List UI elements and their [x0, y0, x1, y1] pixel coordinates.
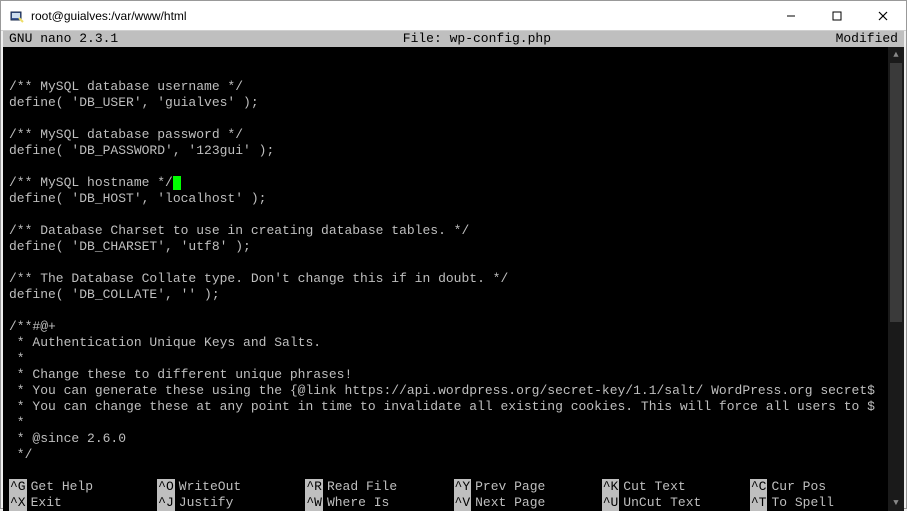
shortcut-label: Read File: [327, 479, 397, 495]
shortcut-item: ^GGet Help: [9, 479, 157, 495]
editor-line: define( 'DB_USER', 'guialves' );: [9, 95, 898, 111]
editor-line: */: [9, 447, 898, 463]
text-cursor: [173, 176, 181, 190]
shortcut-key: ^R: [305, 479, 323, 495]
shortcut-key: ^G: [9, 479, 27, 495]
shortcut-key: ^K: [602, 479, 620, 495]
editor-line: /** MySQL hostname */: [9, 175, 898, 191]
shortcut-label: Cut Text: [623, 479, 685, 495]
editor-line: [9, 207, 898, 223]
editor-line: * You can change these at any point in t…: [9, 399, 898, 415]
shortcut-key: ^O: [157, 479, 175, 495]
editor-line: /** Database Charset to use in creating …: [9, 223, 898, 239]
editor-line: define( 'DB_PASSWORD', '123gui' );: [9, 143, 898, 159]
editor-line: /**#@+: [9, 319, 898, 335]
nano-file-label: File: wp-config.php: [118, 31, 835, 47]
shortcut-label: Cur Pos: [771, 479, 826, 495]
close-button[interactable]: [860, 1, 906, 31]
shortcut-label: Prev Page: [475, 479, 545, 495]
shortcut-item: ^CCur Pos: [750, 479, 898, 495]
terminal[interactable]: GNU nano 2.3.1 File: wp-config.php Modif…: [3, 31, 904, 511]
editor-line: /** MySQL database username */: [9, 79, 898, 95]
shortcut-row-1: ^GGet Help^OWriteOut^RRead File^YPrev Pa…: [9, 479, 898, 495]
shortcut-key: ^C: [750, 479, 768, 495]
editor-line: [9, 463, 898, 479]
nano-version: GNU nano 2.3.1: [3, 31, 118, 47]
shortcut-key: ^Y: [454, 479, 472, 495]
editor-line: [9, 255, 898, 271]
editor-line: [9, 111, 898, 127]
scrollbar[interactable]: ▲ ▼: [888, 47, 904, 511]
editor-line: define( 'DB_CHARSET', 'utf8' );: [9, 239, 898, 255]
editor-line: *: [9, 351, 898, 367]
shortcut-item: ^YPrev Page: [454, 479, 602, 495]
editor-line: define( 'DB_HOST', 'localhost' );: [9, 191, 898, 207]
editor-line: define( 'DB_COLLATE', '' );: [9, 287, 898, 303]
shortcut-label: Get Help: [31, 479, 93, 495]
editor-line: *: [9, 415, 898, 431]
scroll-thumb[interactable]: [890, 63, 902, 322]
nano-modified-status: Modified: [836, 31, 904, 47]
nano-statusbar: GNU nano 2.3.1 File: wp-config.php Modif…: [3, 31, 904, 47]
window-title: root@guialves:/var/www/html: [31, 9, 768, 23]
shortcut-item: ^KCut Text: [602, 479, 750, 495]
editor-line: [9, 47, 898, 63]
editor-line: /** MySQL database password */: [9, 127, 898, 143]
shortcut-label: WriteOut: [179, 479, 241, 495]
minimize-button[interactable]: [768, 1, 814, 31]
shortcut-bar: ^GGet Help^OWriteOut^RRead File^YPrev Pa…: [3, 479, 904, 511]
window-titlebar: root@guialves:/var/www/html: [1, 1, 906, 31]
scroll-track[interactable]: [888, 63, 904, 495]
editor-line: * Change these to different unique phras…: [9, 367, 898, 383]
editor-line: * Authentication Unique Keys and Salts.: [9, 335, 898, 351]
putty-icon: [9, 8, 25, 24]
editor-line: /** The Database Collate type. Don't cha…: [9, 271, 898, 287]
shortcut-item: ^OWriteOut: [157, 479, 305, 495]
editor-line: * @since 2.6.0: [9, 431, 898, 447]
editor-line: [9, 303, 898, 319]
shortcut-item: ^RRead File: [305, 479, 453, 495]
scroll-up-button[interactable]: ▲: [888, 47, 904, 63]
editor-line: [9, 159, 898, 175]
maximize-button[interactable]: [814, 1, 860, 31]
editor-content[interactable]: /** MySQL database username */define( 'D…: [3, 47, 904, 479]
editor-line: * You can generate these using the {@lin…: [9, 383, 898, 399]
editor-line: [9, 63, 898, 79]
